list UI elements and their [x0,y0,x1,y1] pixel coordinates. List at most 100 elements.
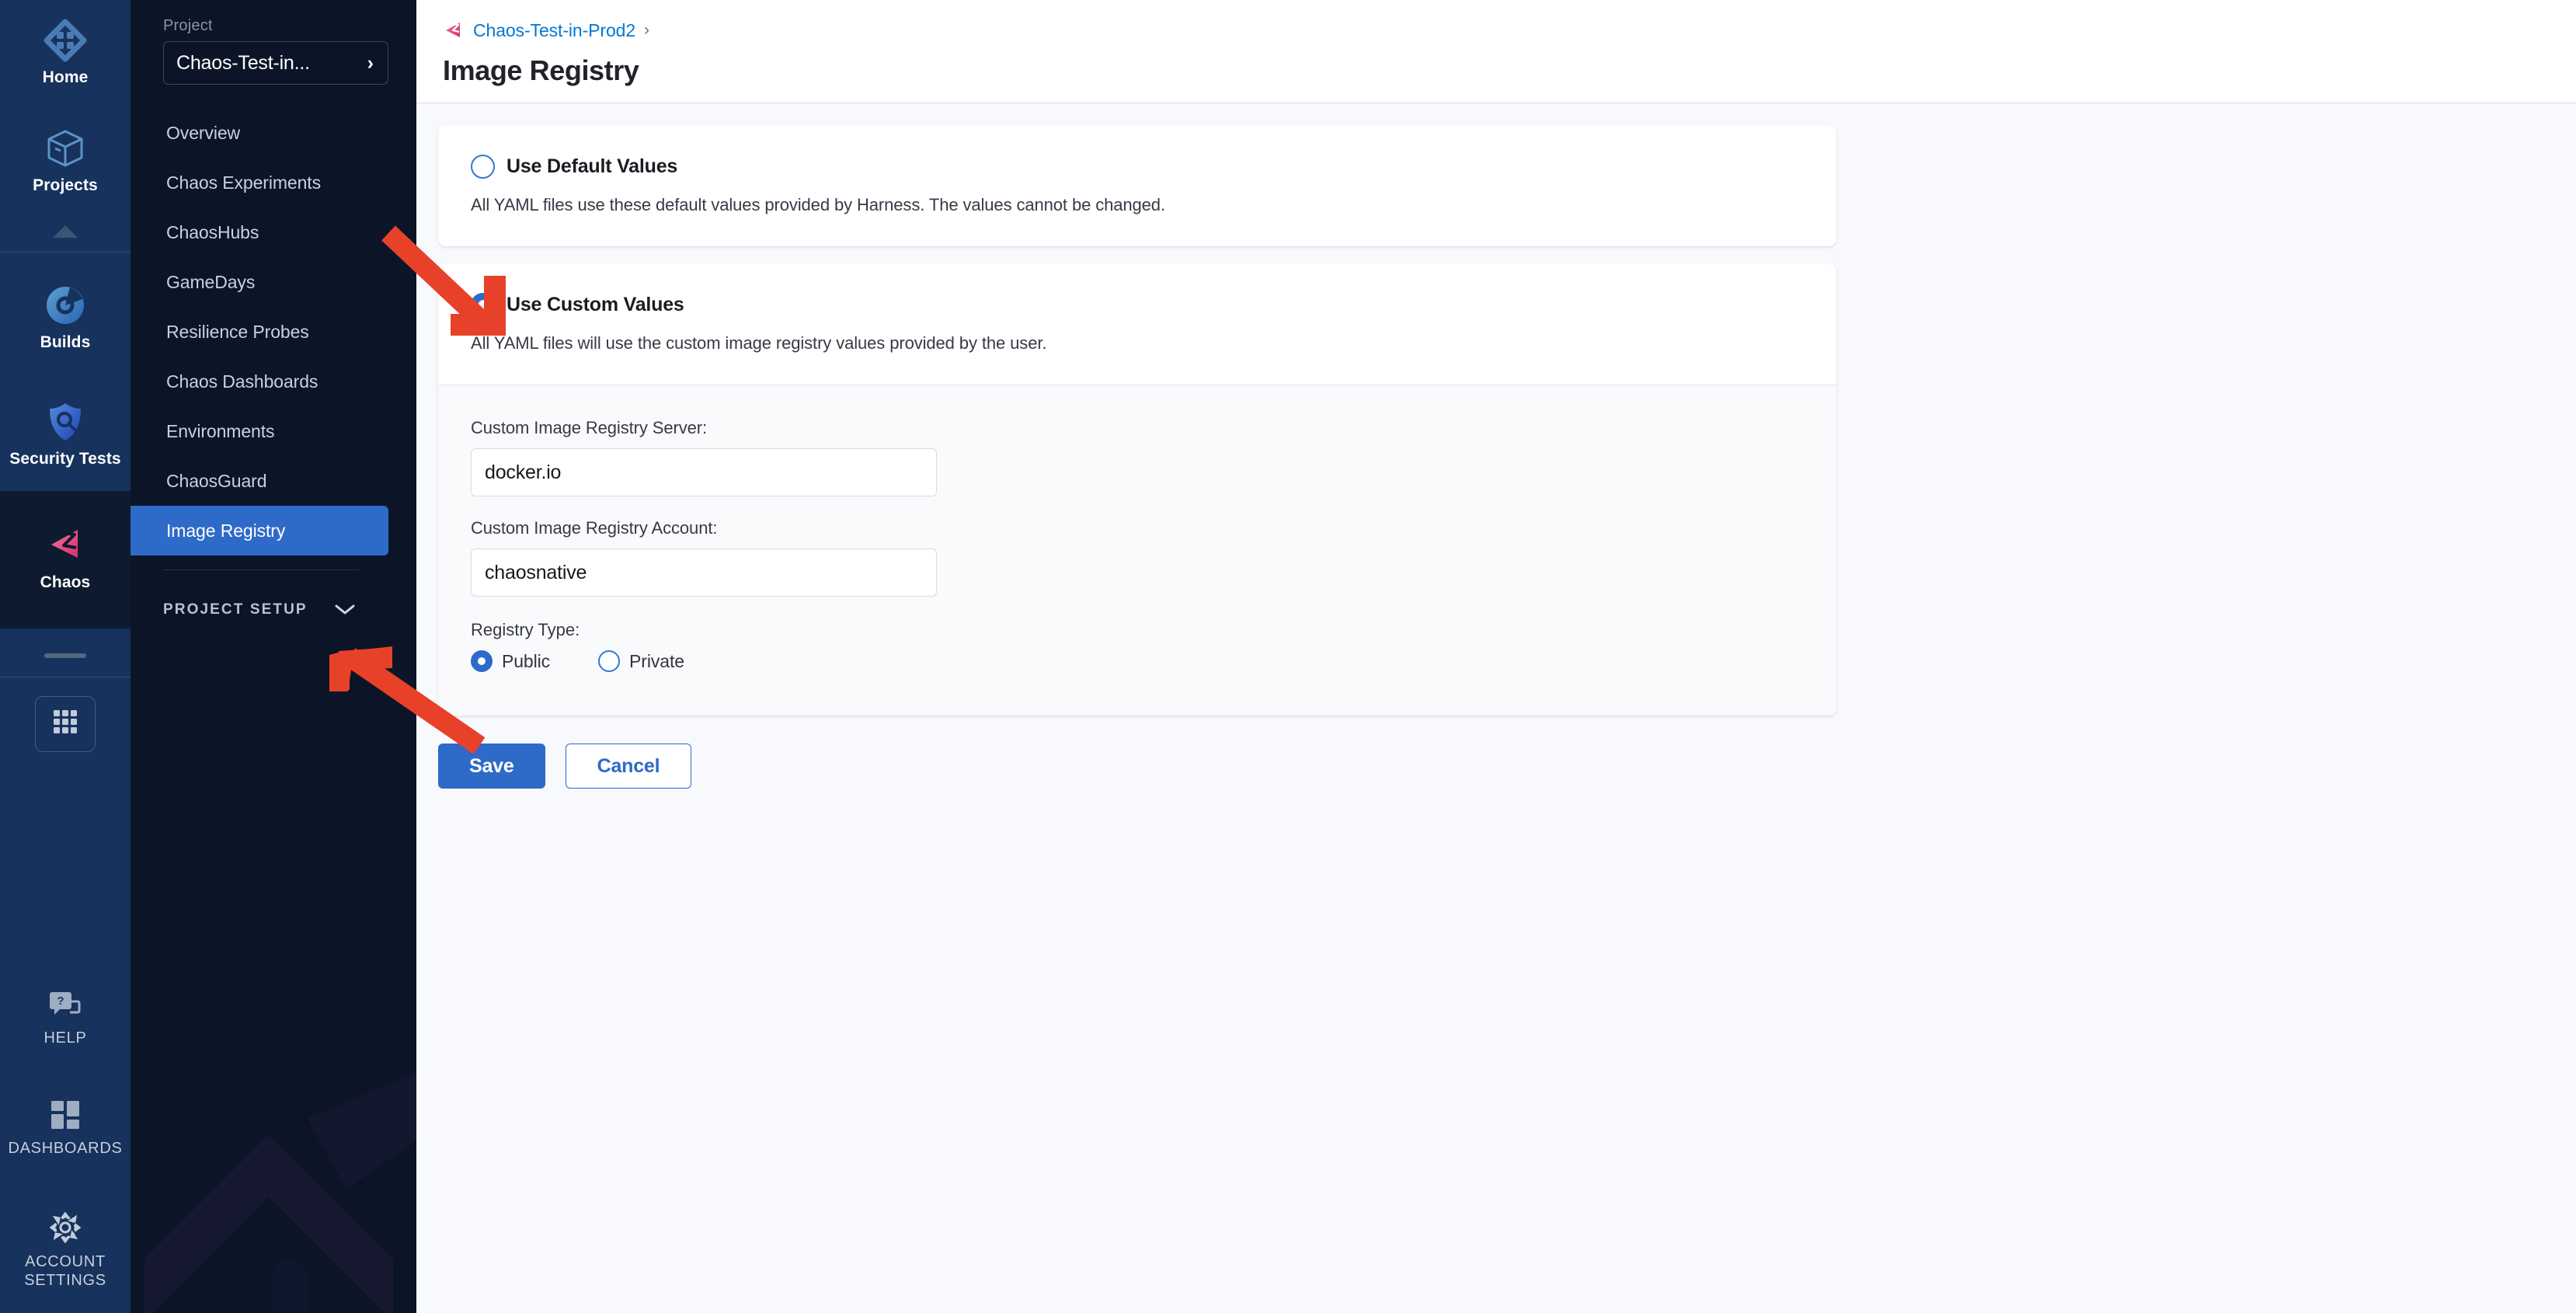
cancel-button[interactable]: Cancel [565,744,692,789]
project-selector-name: Chaos-Test-in... [176,51,310,74]
page-header: Chaos-Test-in-Prod2 › Image Registry [416,0,2576,103]
rail-item-account-settings[interactable]: ACCOUNT SETTINGS [0,1204,131,1313]
use-default-values-radio[interactable] [471,155,495,179]
rail-item-label: DASHBOARDS [8,1140,123,1157]
sidebar-item-label: GameDays [166,271,256,292]
custom-values-form: Custom Image Registry Server: docker.io … [438,385,1836,716]
gear-icon [49,1211,82,1247]
rail-bottom-divider [44,653,86,658]
rail-item-label: Projects [33,176,98,194]
sidebar-item-label: Chaos Dashboards [166,371,319,392]
rail-item-home[interactable]: Home [0,0,131,100]
sidebar-divider [163,569,359,570]
registry-type-private-label: Private [629,650,684,671]
rail-item-projects[interactable]: Projects [0,100,131,216]
registry-server-label: Custom Image Registry Server: [471,418,707,437]
harness-watermark-icon [144,1072,416,1313]
registry-type-public-radio[interactable] [471,650,493,672]
grid-apps-icon [52,709,78,739]
chevron-up-icon [50,223,81,244]
sidebar-item-label: ChaosGuard [166,470,267,491]
sidebar-item-image-registry[interactable]: Image Registry [131,506,388,556]
rail-collapse-toggle[interactable] [0,216,131,252]
help-chat-icon: ? [48,991,82,1023]
dashboards-icon [50,1100,80,1134]
main-area: Chaos-Test-in-Prod2 › Image Registry Use… [416,0,2576,1313]
registry-server-field-block: Custom Image Registry Server: docker.io [471,418,1804,496]
rail-item-help[interactable]: ? HELP [0,984,131,1092]
project-nav-list: Overview Chaos Experiments ChaosHubs Gam… [131,108,416,556]
sidebar-item-label: Image Registry [166,520,286,541]
sidebar-item-chaos-experiments[interactable]: Chaos Experiments [131,158,388,207]
default-values-card-head: Use Default Values All YAML files use th… [438,125,1836,246]
project-section-label: Project [163,17,213,34]
sidebar-item-overview[interactable]: Overview [131,108,388,158]
use-default-values-description: All YAML files use these default values … [471,195,1165,214]
rail-item-builds[interactable]: Builds [0,252,131,379]
project-sidebar: Project Chaos-Test-in... › Overview Chao… [131,0,416,1313]
registry-type-radio-group: Public Private [471,650,1804,672]
form-actions: Save Cancel [438,744,2576,789]
registry-type-private-radio[interactable] [598,650,621,672]
breadcrumb-project-link[interactable]: Chaos-Test-in-Prod2 [473,20,635,41]
builds-donut-icon [44,284,87,327]
home-diamond-icon [44,19,87,62]
chaos-logo-icon [44,524,87,567]
registry-account-field-block: Custom Image Registry Account: chaosnati… [471,518,1804,597]
registry-type-public-option[interactable]: Public [471,650,550,672]
harness-chaos-icon [443,20,465,40]
sidebar-item-chaosguard[interactable]: ChaosGuard [131,456,388,506]
breadcrumb-separator: › [644,21,650,39]
sidebar-item-chaos-dashboards[interactable]: Chaos Dashboards [131,357,388,406]
registry-type-public-label: Public [502,650,551,671]
shield-search-icon [44,400,87,444]
save-button[interactable]: Save [438,744,545,789]
registry-server-input[interactable]: docker.io [471,448,937,496]
chevron-right-icon: › [367,51,374,74]
use-custom-values-description: All YAML files will use the custom image… [471,333,1047,353]
sidebar-item-environments[interactable]: Environments [131,406,388,456]
rail-item-label: Security Tests [9,450,121,468]
rail-item-label: Home [42,68,89,86]
page-content: Use Default Values All YAML files use th… [416,103,2576,1313]
sidebar-item-resilience-probes[interactable]: Resilience Probes [131,307,388,357]
registry-type-label: Registry Type: [471,620,580,639]
breadcrumb: Chaos-Test-in-Prod2 › [443,17,2576,44]
custom-values-option-row[interactable]: Use Custom Values [471,293,1804,328]
chevron-down-icon [334,600,356,620]
default-values-card[interactable]: Use Default Values All YAML files use th… [438,125,1836,246]
rail-item-chaos[interactable]: Chaos [0,491,131,629]
app-root: Home Projects Builds Security Tests Chao… [0,0,2576,1313]
custom-values-card[interactable]: Use Custom Values All YAML files will us… [438,263,1836,716]
use-custom-values-label: Use Custom Values [506,294,684,315]
sidebar-item-gamedays[interactable]: GameDays [131,257,388,307]
registry-account-input[interactable]: chaosnative [471,549,937,597]
rail-bottom-handle[interactable] [0,629,131,677]
sidebar-item-label: Chaos Experiments [166,172,321,193]
sidebar-item-label: Resilience Probes [166,321,309,342]
registry-type-private-option[interactable]: Private [598,650,684,672]
primary-nav-rail: Home Projects Builds Security Tests Chao… [0,0,131,1313]
custom-values-card-head: Use Custom Values All YAML files will us… [438,263,1836,385]
sidebar-item-label: Environments [166,420,275,441]
rail-item-label: HELP [44,1029,87,1047]
svg-text:?: ? [57,994,64,1008]
grid-apps-button[interactable] [35,695,96,752]
use-custom-values-radio[interactable] [471,293,506,328]
page-title: Image Registry [443,54,639,86]
project-setup-label: PROJECT SETUP [163,601,308,618]
cube-icon [44,127,87,170]
rail-item-label: Builds [40,333,91,351]
rail-item-dashboards[interactable]: DASHBOARDS [0,1092,131,1204]
sidebar-project-setup-toggle[interactable]: PROJECT SETUP [131,589,416,631]
sidebar-item-chaoshubs[interactable]: ChaosHubs [131,207,388,257]
use-default-values-label: Use Default Values [506,155,678,177]
registry-account-label: Custom Image Registry Account: [471,518,718,538]
rail-item-security-tests[interactable]: Security Tests [0,378,131,491]
sidebar-item-label: Overview [166,122,241,143]
project-selector[interactable]: Chaos-Test-in... › [163,41,388,85]
default-values-option-row[interactable]: Use Default Values [471,155,1804,179]
rail-item-label: Chaos [40,573,91,592]
sidebar-item-label: ChaosHubs [166,221,259,242]
rail-item-label: ACCOUNT SETTINGS [24,1253,106,1289]
